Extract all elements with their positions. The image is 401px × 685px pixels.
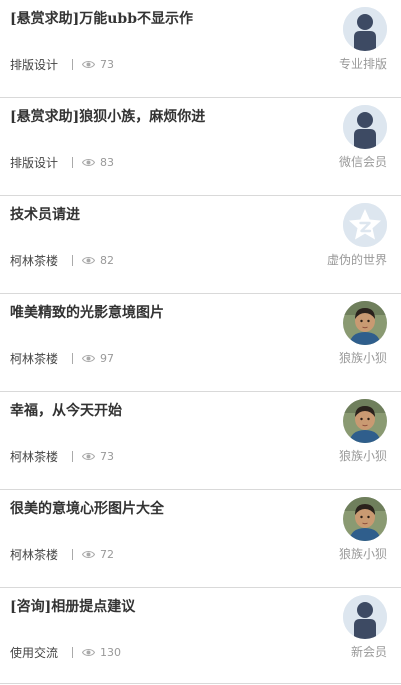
meta-divider — [72, 254, 74, 266]
post-category[interactable]: 使用交流 — [10, 644, 58, 661]
eye-icon — [82, 550, 96, 559]
post-meta: 使用交流 130 — [10, 643, 121, 661]
post-item[interactable]: 很美的意境心形图片大全 柯林茶楼 72 狼族小狈 — [0, 490, 401, 588]
post-author[interactable]: 狼族小狈 — [297, 545, 387, 563]
post-meta: 柯林茶楼 82 — [10, 251, 114, 269]
post-category[interactable]: 排版设计 — [10, 56, 58, 73]
view-count: 83 — [100, 155, 115, 169]
post-title[interactable]: [悬赏求助]狼狈小族，麻烦你进 — [10, 107, 325, 127]
view-count: 73 — [100, 449, 115, 463]
post-title[interactable]: 幸福，从今天开始 — [10, 401, 325, 421]
eye-icon — [82, 354, 96, 363]
post-title[interactable]: 很美的意境心形图片大全 — [10, 499, 325, 519]
view-count: 97 — [100, 351, 115, 365]
eye-icon — [82, 256, 96, 265]
post-title[interactable]: [咨询]相册提点建议 — [10, 597, 325, 617]
post-author[interactable]: 狼族小狈 — [297, 447, 387, 465]
child-photo-avatar[interactable] — [343, 399, 387, 443]
qzone-star-icon[interactable] — [343, 203, 387, 247]
post-meta: 柯林茶楼 72 — [10, 545, 114, 563]
view-count: 73 — [100, 57, 115, 71]
view-count: 130 — [100, 645, 122, 659]
default-avatar-icon[interactable] — [343, 105, 387, 149]
post-item[interactable]: [悬赏求助]万能ubb不显示作 排版设计 73 专业排版 — [0, 0, 401, 98]
eye-icon — [82, 648, 96, 657]
post-meta: 柯林茶楼 97 — [10, 349, 114, 367]
child-photo-avatar[interactable] — [343, 497, 387, 541]
post-category[interactable]: 柯林茶楼 — [10, 252, 58, 269]
eye-icon — [82, 452, 96, 461]
view-count: 82 — [100, 253, 115, 267]
post-category[interactable]: 排版设计 — [10, 154, 58, 171]
meta-divider — [72, 352, 74, 364]
eye-icon — [82, 158, 96, 167]
post-item[interactable]: [咨询]相册提点建议 使用交流 130 新会员 — [0, 588, 401, 684]
eye-icon — [82, 60, 96, 69]
post-author[interactable]: 专业排版 — [297, 55, 387, 73]
post-author[interactable]: 虚伪的世界 — [297, 251, 387, 269]
post-title[interactable]: 技术员请进 — [10, 205, 325, 225]
default-avatar-icon[interactable] — [343, 7, 387, 51]
meta-divider — [72, 548, 74, 560]
meta-divider — [72, 156, 74, 168]
meta-divider — [72, 58, 74, 70]
post-title[interactable]: 唯美精致的光影意境图片 — [10, 303, 325, 323]
post-author[interactable]: 微信会员 — [297, 153, 387, 171]
default-avatar-icon[interactable] — [343, 595, 387, 639]
meta-divider — [72, 646, 74, 658]
meta-divider — [72, 450, 74, 462]
post-title[interactable]: [悬赏求助]万能ubb不显示作 — [10, 9, 325, 29]
post-meta: 排版设计 73 — [10, 55, 114, 73]
post-item[interactable]: 幸福，从今天开始 柯林茶楼 73 狼族小狈 — [0, 392, 401, 490]
post-meta: 排版设计 83 — [10, 153, 114, 171]
post-item[interactable]: 唯美精致的光影意境图片 柯林茶楼 97 狼族小狈 — [0, 294, 401, 392]
post-item[interactable]: 技术员请进 柯林茶楼 82 虚伪的世界 — [0, 196, 401, 294]
post-author[interactable]: 狼族小狈 — [297, 349, 387, 367]
post-category[interactable]: 柯林茶楼 — [10, 546, 58, 563]
post-meta: 柯林茶楼 73 — [10, 447, 114, 465]
post-category[interactable]: 柯林茶楼 — [10, 448, 58, 465]
post-author[interactable]: 新会员 — [297, 643, 387, 661]
post-category[interactable]: 柯林茶楼 — [10, 350, 58, 367]
view-count: 72 — [100, 547, 115, 561]
child-photo-avatar[interactable] — [343, 301, 387, 345]
post-list: [悬赏求助]万能ubb不显示作 排版设计 73 专业排版 [悬赏求助]狼狈小族，… — [0, 0, 401, 684]
post-item[interactable]: [悬赏求助]狼狈小族，麻烦你进 排版设计 83 微信会员 — [0, 98, 401, 196]
